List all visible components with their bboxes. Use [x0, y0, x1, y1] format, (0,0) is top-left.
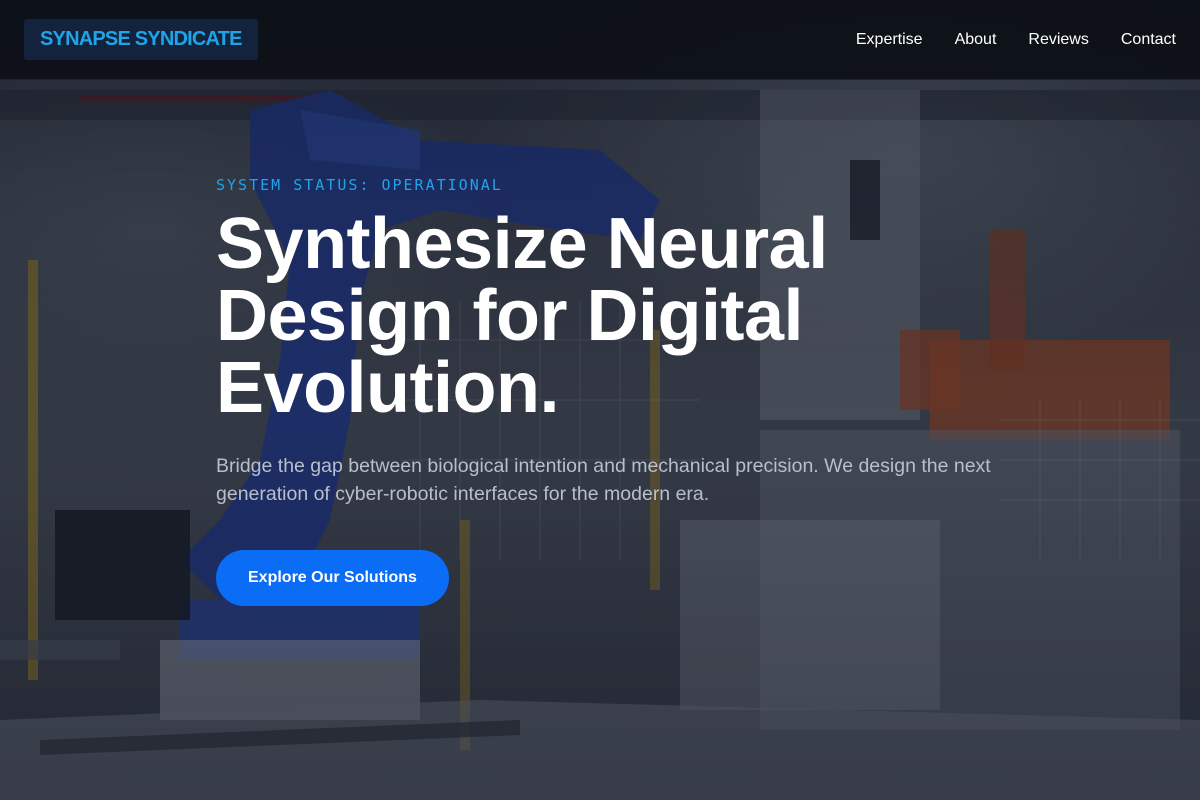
nav-link-contact[interactable]: Contact: [1121, 31, 1176, 49]
hero-section: SYSTEM STATUS: OPERATIONAL Synthesize Ne…: [216, 176, 1006, 606]
main-nav: Expertise About Reviews Contact: [856, 31, 1176, 49]
site-header: SYNAPSE SYNDICATE Expertise About Review…: [0, 0, 1200, 80]
nav-link-reviews[interactable]: Reviews: [1028, 31, 1088, 49]
system-status-text: SYSTEM STATUS: OPERATIONAL: [216, 176, 503, 194]
brand-logo[interactable]: SYNAPSE SYNDICATE: [24, 19, 258, 60]
nav-link-expertise[interactable]: Expertise: [856, 31, 923, 49]
hero-title: Synthesize Neural Design for Digital Evo…: [216, 204, 828, 428]
nav-link-about[interactable]: About: [955, 31, 997, 49]
hero-description: Bridge the gap between biological intent…: [216, 455, 991, 505]
explore-solutions-button[interactable]: Explore Our Solutions: [216, 550, 449, 606]
